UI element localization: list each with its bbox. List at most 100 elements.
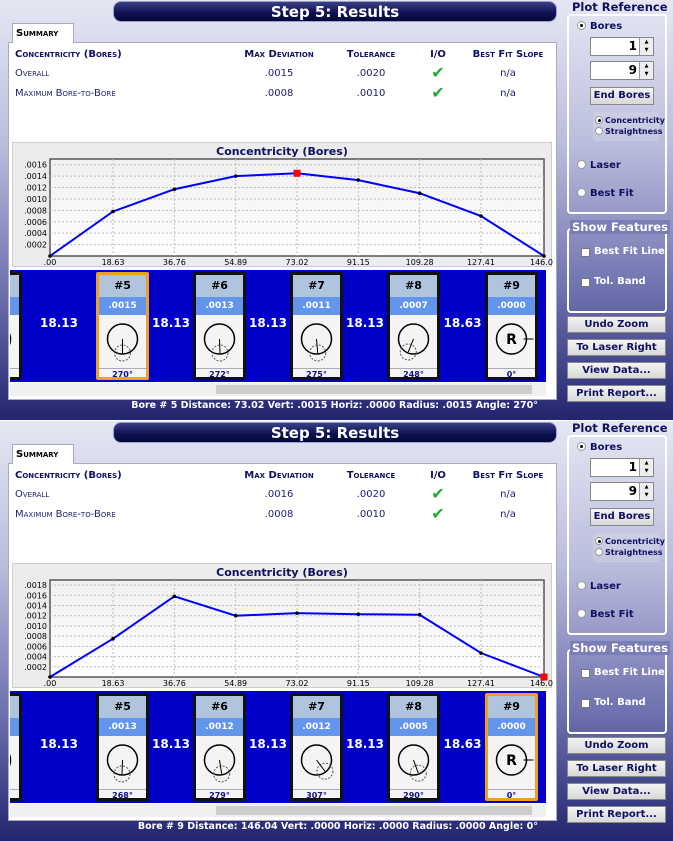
bore-card[interactable]: #8.0007 248° xyxy=(387,272,440,380)
tab-summary[interactable]: Summary xyxy=(12,444,74,464)
bore-card[interactable]: #5.0013 268° xyxy=(96,693,149,801)
radio-button[interactable] xyxy=(577,160,586,169)
to-laser-right-button[interactable]: To Laser Right xyxy=(567,339,666,356)
bore-card[interactable]: #9.0000 R 0° xyxy=(485,693,538,801)
bore-card[interactable]: #4.0014 276° xyxy=(10,272,22,380)
results-panel: Step 5: Results Summary Concentricity (Bor… xyxy=(0,0,673,420)
y-tick-label: .0008 xyxy=(24,206,47,215)
checkbox[interactable]: ✔ xyxy=(581,669,590,678)
radio-button[interactable] xyxy=(595,127,603,135)
to-bore-spinner[interactable]: 9 ▲ ▼ xyxy=(590,482,654,501)
spinner-arrows-icon[interactable]: ▲ ▼ xyxy=(639,62,653,79)
bore-number: #9 xyxy=(488,696,535,718)
from-bore-spinner[interactable]: 1 ▲ ▼ xyxy=(590,37,654,56)
print-report-button[interactable]: Print Report... xyxy=(567,806,666,823)
offset-line xyxy=(316,338,319,353)
y-tick-label: .0002 xyxy=(24,241,47,250)
radio-button[interactable] xyxy=(595,548,603,556)
x-tick-label: 91.15 xyxy=(347,679,370,688)
max-deviation-value: .0016 xyxy=(264,489,294,500)
data-point xyxy=(417,191,422,196)
radio-best-fit[interactable]: Best Fit xyxy=(577,188,634,199)
spinner-value[interactable]: 9 xyxy=(629,63,637,77)
radio-button[interactable] xyxy=(577,609,586,618)
checkbox-best-fit-line[interactable]: ✔ Best Fit Line xyxy=(581,246,665,257)
bore-card[interactable]: #6.0012 279° xyxy=(193,693,246,801)
check-icon: ✔ xyxy=(431,83,445,102)
checkbox[interactable]: ✔ xyxy=(581,248,590,257)
view-data-button[interactable]: View Data... xyxy=(567,362,666,379)
radio-label: Concentricity xyxy=(605,116,665,125)
bore-card[interactable]: #9.0000 R 0° xyxy=(485,272,538,380)
bore-circle-icon xyxy=(10,332,12,346)
radio-bores[interactable]: Bores xyxy=(577,21,622,32)
checkbox-tol-band[interactable]: ✔ Tol. Band xyxy=(581,697,646,708)
plot-reference-title: Plot Reference xyxy=(572,0,668,14)
checkbox-label: Best Fit Line xyxy=(594,246,665,257)
radio-label: Concentricity xyxy=(605,537,665,546)
radio-laser[interactable]: Laser xyxy=(577,581,621,592)
x-tick-label: .00 xyxy=(44,679,57,688)
x-tick-label: 54.89 xyxy=(224,679,247,688)
bore-diagram xyxy=(196,315,243,368)
scrollbar-thumb[interactable] xyxy=(216,806,532,815)
data-point xyxy=(295,611,299,615)
radio-concentricity[interactable]: Concentricity xyxy=(595,537,665,546)
data-point xyxy=(417,612,422,617)
radio-button[interactable] xyxy=(577,442,586,451)
bore-diagram xyxy=(293,736,340,789)
bore-card[interactable]: #8.0005 290° xyxy=(387,693,440,801)
bore-card[interactable]: #6.0013 272° xyxy=(193,272,246,380)
checkbox-best-fit-line[interactable]: ✔ Best Fit Line xyxy=(581,667,665,678)
radio-button[interactable] xyxy=(595,537,603,545)
status-readout: Bore # 9 Distance: 146.04 Vert: .0000 Ho… xyxy=(137,821,538,832)
bore-diagram: R xyxy=(488,315,535,368)
radio-laser[interactable]: Laser xyxy=(577,160,621,171)
radio-label: Bores xyxy=(590,442,623,453)
end-bores-button[interactable]: End Bores xyxy=(590,87,654,105)
bore-card[interactable]: #5.0015 270° xyxy=(96,272,149,380)
tab-summary[interactable]: Summary xyxy=(12,23,74,43)
scrollbar-thumb[interactable] xyxy=(216,385,532,394)
radio-best-fit[interactable]: Best Fit xyxy=(577,609,634,620)
bore-card[interactable]: #4.0012 275° xyxy=(10,693,22,801)
from-bore-spinner[interactable]: 1 ▲ ▼ xyxy=(590,458,654,477)
spinner-arrows-icon[interactable]: ▲ ▼ xyxy=(639,459,653,476)
radio-button[interactable] xyxy=(577,21,586,30)
radio-button[interactable] xyxy=(577,188,586,197)
view-data-button[interactable]: View Data... xyxy=(567,783,666,800)
y-tick-label: .0012 xyxy=(24,612,47,621)
bore-card[interactable]: #7.0012 307° xyxy=(290,693,343,801)
spinner-value[interactable]: 9 xyxy=(629,484,637,498)
bore-card[interactable]: #7.0011 275° xyxy=(290,272,343,380)
checkbox[interactable]: ✔ xyxy=(581,699,590,708)
radio-straightness[interactable]: Straightness xyxy=(595,127,663,136)
spinner-arrows-icon[interactable]: ▲ ▼ xyxy=(639,38,653,55)
undo-zoom-button[interactable]: Undo Zoom xyxy=(567,316,666,333)
to-laser-right-button[interactable]: To Laser Right xyxy=(567,760,666,777)
bore-number: #7 xyxy=(293,696,340,718)
end-bores-button[interactable]: End Bores xyxy=(590,508,654,526)
print-report-button[interactable]: Print Report... xyxy=(567,385,666,402)
column-header: Concentricity (Bores) xyxy=(15,470,122,481)
bore-number: #5 xyxy=(99,275,146,297)
undo-zoom-button[interactable]: Undo Zoom xyxy=(567,737,666,754)
check-icon: ✔ xyxy=(431,504,445,523)
checkbox-tol-band[interactable]: ✔ Tol. Band xyxy=(581,276,646,287)
checkbox[interactable]: ✔ xyxy=(581,278,590,287)
radio-button[interactable] xyxy=(577,581,586,590)
spinner-value[interactable]: 1 xyxy=(629,39,637,53)
spinner-value[interactable]: 1 xyxy=(629,460,637,474)
horizontal-scrollbar[interactable] xyxy=(10,804,546,817)
radio-bores[interactable]: Bores xyxy=(577,442,622,453)
radio-button[interactable] xyxy=(595,116,603,124)
radio-concentricity[interactable]: Concentricity xyxy=(595,116,665,125)
horizontal-scrollbar[interactable] xyxy=(10,383,546,396)
to-bore-spinner[interactable]: 9 ▲ ▼ xyxy=(590,61,654,80)
offset-line xyxy=(219,759,223,774)
max-deviation-value: .0008 xyxy=(264,509,294,520)
max-deviation-value: .0015 xyxy=(264,68,294,79)
radio-straightness[interactable]: Straightness xyxy=(595,548,663,557)
y-tick-label: .0006 xyxy=(24,218,47,227)
spinner-arrows-icon[interactable]: ▲ ▼ xyxy=(639,483,653,500)
